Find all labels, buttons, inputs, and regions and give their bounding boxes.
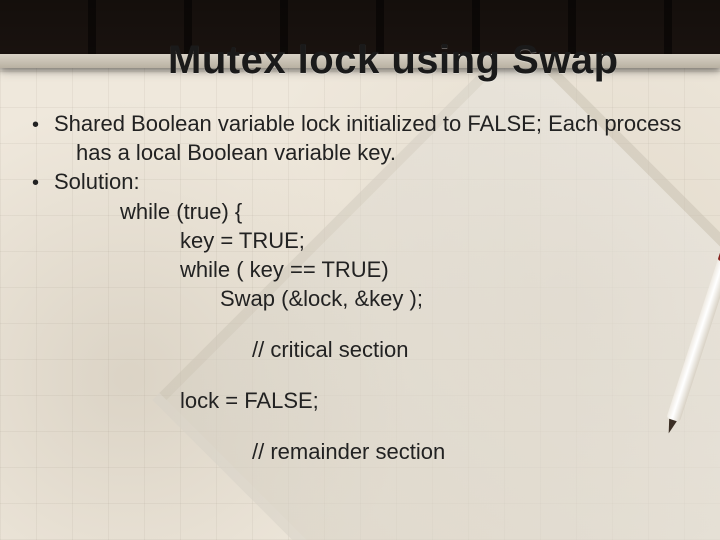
slide-body: Shared Boolean variable lock initialized… [28, 109, 692, 466]
bullet-text: Shared Boolean variable lock initialized… [54, 109, 692, 138]
code-line: Swap (&lock, &key ); [28, 284, 692, 313]
bullet-text: Solution: [54, 167, 692, 196]
slide-title: Mutex lock using Swap [168, 38, 692, 83]
code-comment: // critical section [28, 335, 692, 364]
code-line: while ( key == TRUE) [28, 255, 692, 284]
bullet-item: Shared Boolean variable lock initialized… [28, 109, 692, 138]
code-line: key = TRUE; [28, 226, 692, 255]
code-line: while (true) { [28, 197, 692, 226]
slide-content-area: Mutex lock using Swap Shared Boolean var… [0, 0, 720, 540]
code-line: lock = FALSE; [28, 386, 692, 415]
code-comment: // remainder section [28, 437, 692, 466]
bullet-dot-icon [28, 167, 54, 196]
bullet-item: Solution: [28, 167, 692, 196]
bullet-dot-icon [28, 109, 54, 138]
bullet-continuation: has a local Boolean variable key. [28, 138, 692, 167]
